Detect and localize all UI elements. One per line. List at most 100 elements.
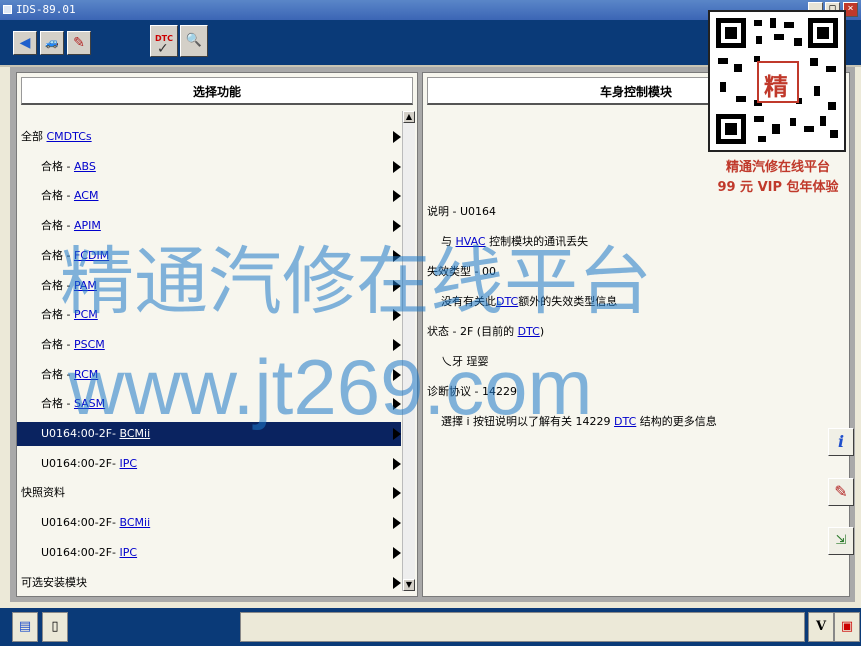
module-link[interactable]: IPC [120, 546, 138, 559]
list-item[interactable]: U0164:00-2F- BCMii [17, 422, 401, 446]
detail-link[interactable]: DTC [496, 295, 518, 308]
detail-text: 说明 - U0164 [427, 205, 497, 218]
list-item-label: 合格 - [41, 219, 74, 233]
list-item[interactable]: 全部 CMDTCs [17, 125, 401, 149]
dtc-search-icon[interactable]: 🔍 [180, 25, 208, 57]
list-item-label: 快照资料 [21, 486, 65, 500]
expand-arrow-icon[interactable] [393, 457, 401, 470]
back-arrow-icon[interactable]: ◀ [13, 31, 37, 55]
expand-arrow-icon[interactable] [393, 249, 401, 262]
list-item[interactable]: U0164:00-2F- IPC [17, 452, 401, 476]
detail-text: 乀牙 珵婴 [441, 355, 489, 368]
list-item-label: 合格 - [41, 367, 74, 381]
detail-text: 额外的失效类型信息 [518, 295, 618, 308]
list-item[interactable]: 合格 - RCM [17, 363, 401, 387]
toolbox-icon[interactable]: ✎ [67, 31, 91, 55]
expand-arrow-icon[interactable] [393, 190, 401, 203]
list-item[interactable]: 合格 - ABS [17, 155, 401, 179]
expand-arrow-icon[interactable] [393, 546, 401, 559]
module-link[interactable]: PSCM [74, 338, 105, 351]
list-item[interactable]: 合格 - APIM [17, 214, 401, 238]
vehicle-icon[interactable]: 🚙 [40, 31, 64, 55]
detail-link[interactable]: HVAC [456, 235, 486, 248]
detail-text: 没有有关此 [441, 295, 496, 308]
expand-arrow-icon[interactable] [393, 160, 401, 173]
module-link[interactable]: CMDTCs [47, 130, 92, 143]
expand-arrow-icon[interactable] [393, 576, 401, 589]
list-item-label: 合格 - [41, 278, 74, 292]
list-item-label: 合格 - [41, 337, 74, 351]
list-item[interactable]: 合格 - PSCM [17, 333, 401, 357]
module-link[interactable]: SASM [74, 397, 105, 410]
expand-arrow-icon[interactable] [393, 487, 401, 500]
list-item[interactable]: U0164:00-2F- BCMii [17, 511, 401, 535]
status-message [240, 612, 805, 642]
detail-text: 状态 - 2F (目前的 [427, 325, 518, 338]
detail-link[interactable]: DTC [614, 415, 636, 428]
qr-code: 精 [708, 10, 846, 152]
expand-arrow-icon[interactable] [393, 398, 401, 411]
module-link[interactable]: PCM [74, 308, 98, 321]
detail-line: 与 HVAC 控制模块的通讯丢失 [441, 233, 588, 249]
expand-arrow-icon[interactable] [393, 368, 401, 381]
expand-arrow-icon[interactable] [393, 517, 401, 530]
detail-text: 失效类型 - 00 [427, 265, 496, 278]
detail-line: 没有有关此DTC额外的失效类型信息 [441, 293, 617, 309]
document-icon[interactable]: ▯ [42, 612, 68, 642]
expand-arrow-icon[interactable] [393, 131, 401, 143]
app-window: IDS-89.01 _ □ × ◀ 🚙 ✎ DTC ✓ 🔍 选择功能 全部 CM… [0, 0, 861, 646]
list-item-label: 可选安装模块 [21, 575, 87, 589]
detail-text: 与 [441, 235, 456, 248]
list-item[interactable]: 合格 - ACM [17, 184, 401, 208]
module-list-icon[interactable]: ▤ [12, 612, 38, 642]
document-arrow-icon[interactable]: ⇲ [828, 527, 854, 555]
detail-line: 状态 - 2F (目前的 DTC) [427, 323, 544, 339]
module-link[interactable]: FCDIM [74, 249, 109, 262]
list-item[interactable]: U0164:00-2F- IPC [17, 541, 401, 565]
promo-line-2: 99 元 VIP 包年体验 [717, 180, 839, 195]
checklist-pencil-icon[interactable]: ✎ [828, 478, 854, 506]
detail-link[interactable]: DTC [518, 325, 540, 338]
list-item[interactable]: 合格 - PAM [17, 274, 401, 298]
list-item[interactable]: 合格 - PCM [17, 303, 401, 327]
expand-arrow-icon[interactable] [393, 220, 401, 233]
detail-text: 選擇 i 按钮说明以了解有关 14229 [441, 415, 615, 428]
detail-line: 说明 - U0164 [427, 203, 496, 219]
module-link[interactable]: PAM [74, 279, 97, 292]
list-item[interactable]: 可选安装模块 [17, 571, 401, 595]
detail-line: 選擇 i 按钮说明以了解有关 14229 DTC 结构的更多信息 [441, 413, 717, 429]
list-item[interactable]: 合格 - SASM [17, 392, 401, 416]
select-function-panel: 选择功能 全部 CMDTCs 合格 - ABS 合格 - ACM 合格 - APIM 合… [16, 72, 418, 597]
expand-arrow-icon[interactable] [393, 338, 401, 351]
info-icon[interactable]: i [828, 428, 854, 456]
list-item-label: 全部 [21, 130, 47, 143]
list-item[interactable]: 快照资料 [17, 481, 401, 505]
module-link[interactable]: APIM [74, 219, 101, 232]
promo-line-1: 精通汽修在线平台 [725, 160, 830, 175]
scroll-up-icon[interactable]: ▲ [403, 111, 415, 123]
expand-arrow-icon[interactable] [393, 309, 401, 322]
module-link[interactable]: BCMii [120, 427, 151, 440]
expand-arrow-icon[interactable] [393, 428, 401, 440]
list-item-label: 合格 - [41, 397, 74, 411]
detail-line: 乀牙 珵婴 [441, 353, 489, 369]
module-link[interactable]: BCMii [120, 516, 151, 529]
module-link[interactable]: ABS [74, 160, 96, 173]
dtc-check-icon[interactable]: DTC ✓ [150, 25, 178, 57]
module-link[interactable]: ACM [74, 189, 99, 202]
module-link[interactable]: IPC [120, 457, 138, 470]
window-title: IDS-89.01 [16, 3, 76, 16]
detail-line: 诊断协议 - 14229 [427, 383, 517, 399]
detail-text: 控制模块的通讯丢失 [485, 235, 589, 248]
expand-arrow-icon[interactable] [393, 279, 401, 292]
function-list-scrollbar[interactable]: ▲ ▼ [402, 111, 415, 591]
list-item-label: U0164:00-2F- [41, 456, 120, 470]
list-item[interactable]: 合格 - FCDIM [17, 244, 401, 268]
detail-text: 诊断协议 - 14229 [427, 385, 517, 398]
scroll-down-icon[interactable]: ▼ [403, 579, 415, 591]
qr-center-logo: 精 [764, 73, 788, 101]
record-icon[interactable]: ▣ [834, 612, 860, 642]
vehicle-v-icon[interactable]: V [808, 612, 834, 642]
module-link[interactable]: RCM [74, 368, 98, 381]
list-item-label: 合格 - [41, 248, 74, 262]
